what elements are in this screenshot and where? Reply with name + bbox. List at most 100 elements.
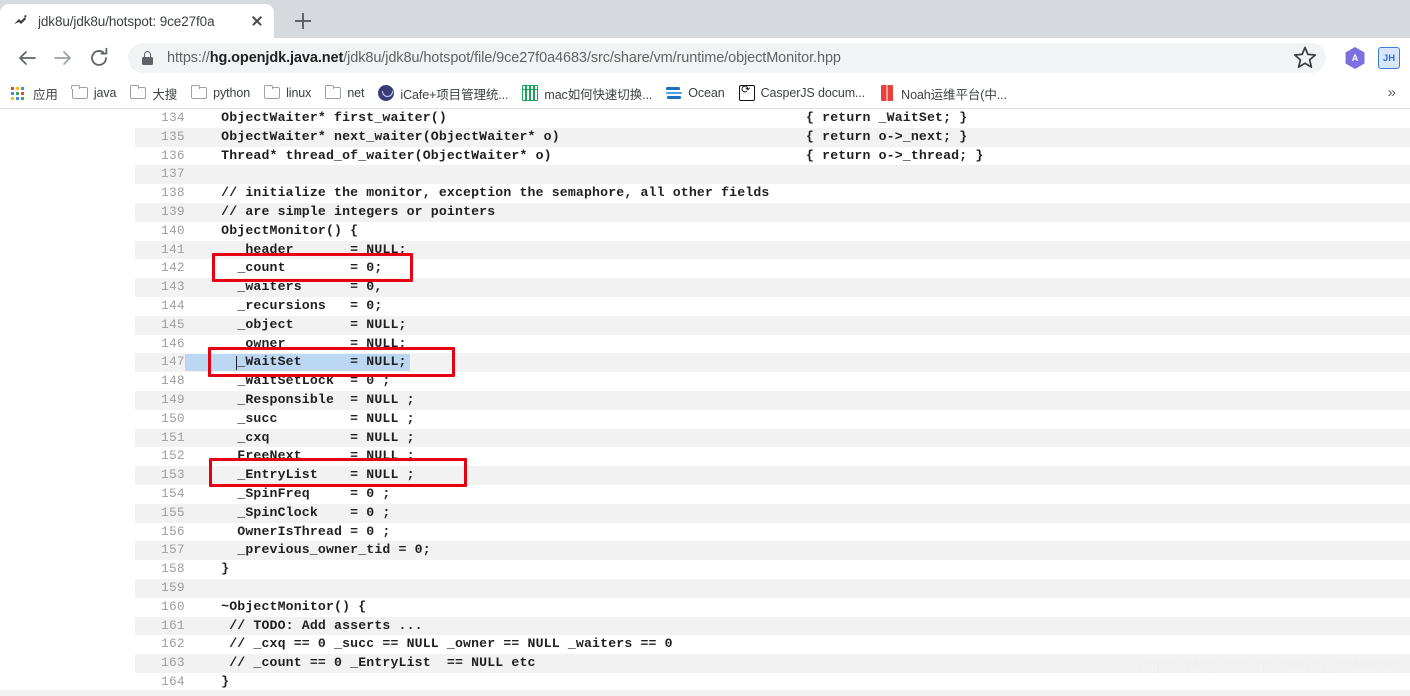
- line-number[interactable]: 164: [0, 673, 185, 692]
- code-line[interactable]: 141 _header = NULL;: [0, 240, 1410, 260]
- row-stripe: [135, 578, 1410, 598]
- source-code-view[interactable]: 134 ObjectWaiter* first_waiter() { return…: [0, 109, 1410, 696]
- line-number[interactable]: 160: [0, 598, 185, 617]
- line-number[interactable]: 146: [0, 335, 185, 354]
- line-number[interactable]: 138: [0, 184, 185, 203]
- bookmarks-overflow-button[interactable]: »: [1388, 84, 1396, 101]
- code-line[interactable]: 152 FreeNext = NULL ;: [0, 447, 1410, 466]
- browser-tab[interactable]: jdk8u/jdk8u/hotspot: 9ce27f0a: [0, 4, 274, 38]
- code-line[interactable]: 134 ObjectWaiter* first_waiter() { return…: [0, 109, 1410, 128]
- jh-extension-icon[interactable]: JH: [1378, 47, 1400, 69]
- code-line[interactable]: 146 _owner = NULL;: [0, 335, 1410, 354]
- address-bar[interactable]: https://hg.openjdk.java.net/jdk8u/jdk8u/…: [128, 43, 1326, 73]
- line-number[interactable]: 161: [0, 617, 185, 636]
- code-line[interactable]: 148 _WaitSetLock = 0 ;: [0, 372, 1410, 391]
- line-number[interactable]: 157: [0, 541, 185, 560]
- bookmark-mac[interactable]: mac如何快速切换...: [515, 81, 659, 105]
- line-number[interactable]: 139: [0, 203, 185, 222]
- code-line[interactable]: 144 _recursions = 0;: [0, 297, 1410, 316]
- code-text: // initialize the monitor, exception the…: [205, 185, 770, 201]
- line-number[interactable]: 156: [0, 523, 185, 542]
- close-icon[interactable]: [248, 12, 266, 30]
- new-tab-button[interactable]: [286, 4, 320, 38]
- code-line[interactable]: 136 Thread* thread_of_waiter(ObjectWaite…: [0, 147, 1410, 166]
- back-button[interactable]: [10, 41, 44, 75]
- code-line[interactable]: 150 _succ = NULL ;: [0, 410, 1410, 429]
- code-line[interactable]: 142 _count = 0;: [0, 259, 1410, 278]
- bookmark-apps[interactable]: 应用: [4, 81, 65, 105]
- code-line[interactable]: 160 ~ObjectMonitor() {: [0, 598, 1410, 617]
- bookmark-ocean[interactable]: Ocean: [659, 81, 731, 105]
- code-line[interactable]: 164 }: [0, 673, 1410, 692]
- bookmark-java[interactable]: java: [65, 81, 124, 105]
- code-line[interactable]: 143 _waiters = 0,: [0, 278, 1410, 297]
- line-number[interactable]: 143: [0, 278, 185, 297]
- bookmark-icafe[interactable]: iCafe+项目管理统...: [371, 81, 515, 105]
- code-line[interactable]: 135 ObjectWaiter* next_waiter(ObjectWait…: [0, 127, 1410, 147]
- folder-icon: [71, 84, 88, 101]
- line-number[interactable]: 141: [0, 241, 185, 260]
- line-number[interactable]: 163: [0, 654, 185, 673]
- line-number[interactable]: 137: [0, 165, 185, 184]
- code-line[interactable]: 155 _SpinClock = 0 ;: [0, 503, 1410, 523]
- line-number[interactable]: 152: [0, 447, 185, 466]
- code-line[interactable]: 138 // initialize the monitor, exception…: [0, 184, 1410, 203]
- line-number[interactable]: 136: [0, 147, 185, 166]
- code-text: FreeNext = NULL ;: [205, 448, 415, 464]
- code-text: _SpinFreq = 0 ;: [205, 485, 391, 501]
- adblock-extension-icon[interactable]: A: [1345, 47, 1365, 69]
- line-number[interactable]: 145: [0, 316, 185, 335]
- line-number[interactable]: 149: [0, 391, 185, 410]
- mac-icon: [522, 85, 539, 101]
- code-line[interactable]: 151 _cxq = NULL ;: [0, 428, 1410, 448]
- code-line[interactable]: 145 _object = NULL;: [0, 315, 1410, 335]
- mercurial-favicon: [12, 13, 29, 30]
- code-line[interactable]: 162 // _cxq == 0 _succ == NULL _owner ==…: [0, 635, 1410, 654]
- code-line[interactable]: 153 _EntryList = NULL ;: [0, 466, 1410, 485]
- bookmarks-bar: 应用 java 大搜 python linux net iCafe+项目管理统.…: [0, 78, 1410, 108]
- line-number[interactable]: 159: [0, 579, 185, 598]
- code-line[interactable]: 149 _Responsible = NULL ;: [0, 390, 1410, 410]
- code-line[interactable]: 156 OwnerIsThread = 0 ;: [0, 523, 1410, 542]
- ocean-icon: [666, 85, 683, 101]
- code-line[interactable]: 137: [0, 165, 1410, 185]
- reload-button[interactable]: [82, 41, 116, 75]
- bookmark-python[interactable]: python: [184, 81, 257, 105]
- line-number[interactable]: 150: [0, 410, 185, 429]
- code-line[interactable]: 140 ObjectMonitor() {: [0, 222, 1410, 241]
- line-number[interactable]: 140: [0, 222, 185, 241]
- line-number[interactable]: 147: [0, 353, 185, 372]
- code-text: _previous_owner_tid = 0;: [205, 542, 431, 558]
- line-number[interactable]: 158: [0, 560, 185, 579]
- folder-icon: [190, 84, 208, 101]
- code-line[interactable]: 139 // are simple integers or pointers: [0, 202, 1410, 222]
- bookmark-net[interactable]: net: [318, 81, 371, 105]
- line-number[interactable]: 155: [0, 504, 185, 523]
- bookmark-noah[interactable]: Noah运维平台(中...: [872, 81, 1014, 105]
- code-text: _owner = NULL;: [205, 335, 407, 351]
- line-number[interactable]: 154: [0, 485, 185, 504]
- code-line[interactable]: 161 // TODO: Add asserts ...: [0, 616, 1410, 636]
- line-number[interactable]: 135: [0, 128, 185, 147]
- bookmark-star-icon[interactable]: [1290, 43, 1320, 73]
- line-number[interactable]: 142: [0, 259, 185, 278]
- code-line[interactable]: 158 }: [0, 560, 1410, 579]
- browser-toolbar: https://hg.openjdk.java.net/jdk8u/jdk8u/…: [0, 38, 1410, 78]
- line-number[interactable]: 162: [0, 635, 185, 654]
- code-line[interactable]: 154 _SpinFreq = 0 ;: [0, 485, 1410, 504]
- bookmark-casperjs[interactable]: CasperJS docum...: [732, 81, 873, 105]
- bookmark-dasou[interactable]: 大搜: [123, 81, 184, 105]
- code-line[interactable]: 159: [0, 578, 1410, 598]
- code-line[interactable]: 147 _WaitSet = NULL;: [0, 353, 1410, 373]
- line-number[interactable]: 153: [0, 466, 185, 485]
- bookmark-linux[interactable]: linux: [257, 81, 318, 105]
- code-text: _recursions = 0;: [205, 297, 383, 313]
- line-number[interactable]: 148: [0, 372, 185, 391]
- line-number[interactable]: 134: [0, 109, 185, 128]
- code-line[interactable]: 157 _previous_owner_tid = 0;: [0, 541, 1410, 561]
- line-number[interactable]: 144: [0, 297, 185, 316]
- forward-button[interactable]: [46, 41, 80, 75]
- bottom-strip: [0, 690, 1410, 696]
- row-stripe: [135, 560, 1410, 579]
- line-number[interactable]: 151: [0, 429, 185, 448]
